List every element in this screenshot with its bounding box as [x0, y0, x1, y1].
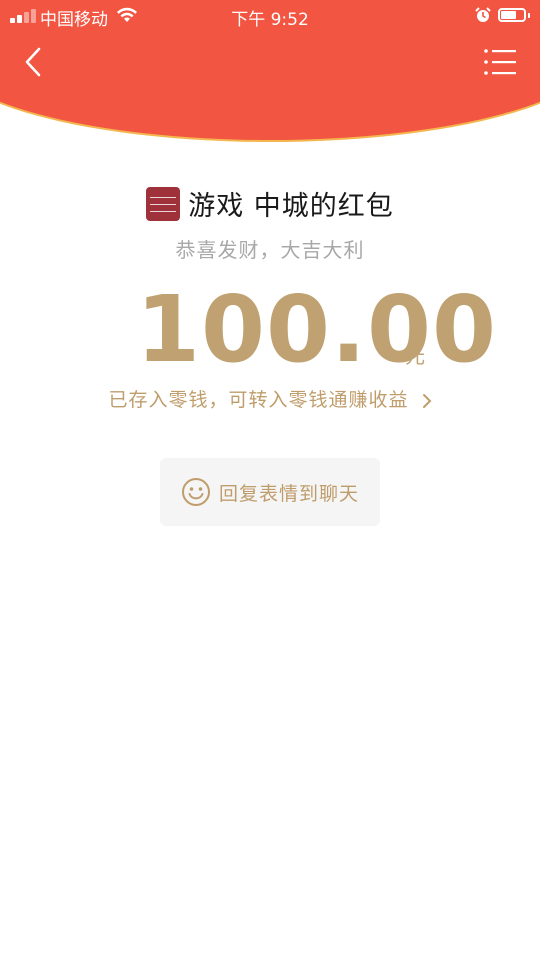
- battery-cap: [528, 13, 530, 18]
- battery-icon: [498, 8, 526, 22]
- sender-row: 游戏 中城的红包: [0, 184, 540, 225]
- chevron-right-icon: [422, 393, 431, 408]
- smiley-icon: [181, 478, 210, 506]
- amount-row: 100.00 元: [0, 282, 540, 382]
- reply-button-label: 回复表情到聊天: [218, 482, 359, 505]
- red-packet-detail-screen: 中国移动 下午 9:52 游戏 中城的红包 恭喜发财，大吉大利 100.00 元…: [0, 0, 540, 960]
- reply-sticker-button[interactable]: 回复表情到聊天: [160, 458, 380, 526]
- deposit-link[interactable]: 已存入零钱，可转入零钱通赚收益: [0, 385, 540, 412]
- wishes-text: 恭喜发财，大吉大利: [175, 238, 365, 262]
- alarm-icon: [475, 7, 491, 22]
- status-bar: 中国移动 下午 9:52: [0, 0, 540, 30]
- clock-time: 下午 9:52: [231, 10, 309, 30]
- back-chevron-icon[interactable]: [18, 44, 54, 80]
- sender-name: 游戏 中城的红包: [188, 191, 394, 222]
- currency-unit: 元: [405, 344, 425, 368]
- sender-avatar[interactable]: [146, 186, 181, 221]
- amount-value: 100.00: [136, 276, 498, 383]
- list-menu-icon[interactable]: [482, 46, 518, 78]
- deposit-text: 已存入零钱，可转入零钱通赚收益: [108, 389, 409, 411]
